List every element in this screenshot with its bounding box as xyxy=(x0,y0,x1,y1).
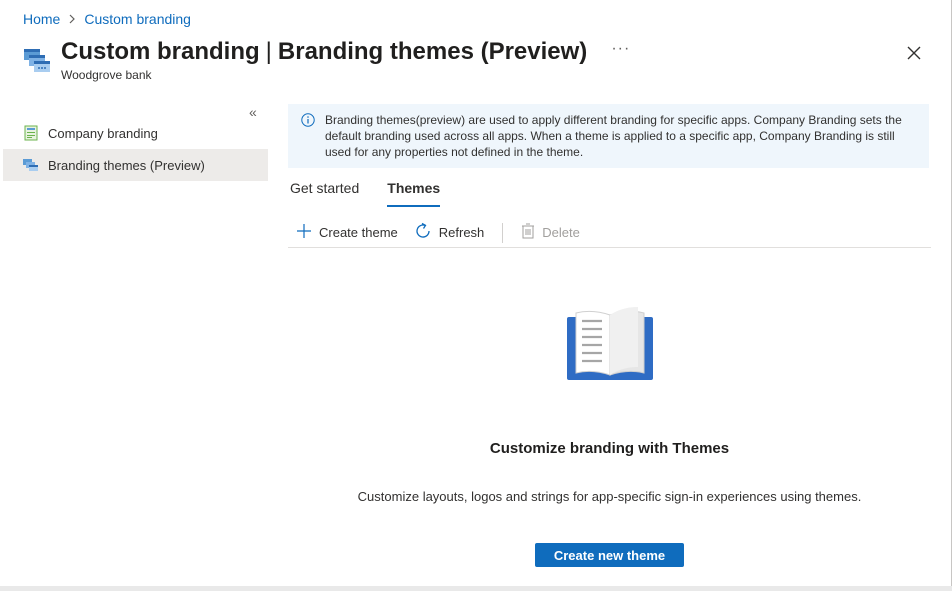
empty-state-title: Customize branding with Themes xyxy=(489,440,730,457)
page-title-section: Branding themes (Preview) xyxy=(277,38,588,65)
plus-icon xyxy=(296,223,312,242)
tab-get-started[interactable]: Get started xyxy=(290,180,359,207)
branding-themes-icon xyxy=(23,46,51,74)
title-separator: | xyxy=(265,38,272,65)
command-bar: Create theme Refresh Delete xyxy=(288,218,931,248)
breadcrumb: Home Custom branding xyxy=(23,11,191,27)
bottom-edge xyxy=(0,586,952,591)
company-branding-icon xyxy=(23,125,39,141)
open-book-icon xyxy=(566,305,654,381)
info-banner: Branding themes(preview) are used to app… xyxy=(288,104,929,168)
tenant-name: Woodgrove bank xyxy=(61,68,152,82)
sidebar-item-branding-themes[interactable]: Branding themes (Preview) xyxy=(3,149,268,181)
page-title-bold: Custom branding xyxy=(61,38,260,65)
chevron-right-icon xyxy=(68,14,76,24)
refresh-icon xyxy=(414,222,432,243)
sidebar-item-company-branding[interactable]: Company branding xyxy=(3,117,268,149)
tab-bar: Get started Themes xyxy=(290,180,441,207)
page-title: Custom branding | Branding themes (Preview… xyxy=(61,38,587,66)
close-icon[interactable] xyxy=(905,44,923,62)
info-icon xyxy=(301,113,315,127)
sidebar-item-label: Branding themes (Preview) xyxy=(48,157,205,173)
empty-state-description: Customize layouts, logos and strings for… xyxy=(357,489,862,504)
refresh-button[interactable]: Refresh xyxy=(406,222,493,243)
page-header: Custom branding | Branding themes (Preview… xyxy=(23,38,630,82)
create-theme-label: Create theme xyxy=(319,225,398,240)
breadcrumb-home-link[interactable]: Home xyxy=(23,11,60,27)
branding-themes-icon xyxy=(23,157,39,173)
create-new-theme-button[interactable]: Create new theme xyxy=(535,543,684,567)
create-theme-button[interactable]: Create theme xyxy=(288,223,406,242)
delete-label: Delete xyxy=(542,225,580,240)
sidebar: Company branding Branding themes (Previe… xyxy=(3,117,268,181)
breadcrumb-custom-branding-link[interactable]: Custom branding xyxy=(84,11,191,27)
trash-icon xyxy=(521,223,535,242)
more-options-button[interactable]: ··· xyxy=(611,40,630,58)
toolbar-divider xyxy=(502,222,504,243)
info-text: Branding themes(preview) are used to app… xyxy=(325,113,902,159)
refresh-label: Refresh xyxy=(438,225,485,240)
tab-themes[interactable]: Themes xyxy=(387,180,441,207)
sidebar-item-label: Company branding xyxy=(48,125,158,141)
delete-button[interactable]: Delete xyxy=(513,223,588,242)
